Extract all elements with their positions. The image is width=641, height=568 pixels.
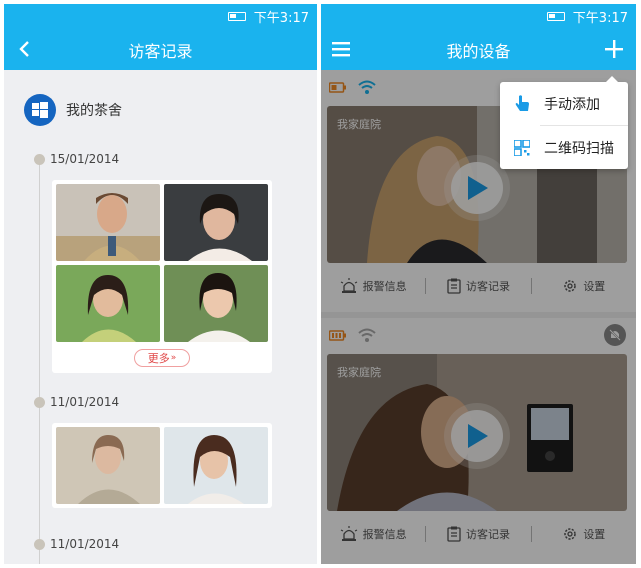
- menu-button[interactable]: [329, 37, 353, 61]
- status-bar: 下午3:17: [4, 4, 317, 29]
- menu-item-qr-scan[interactable]: 二维码扫描: [500, 126, 628, 169]
- app-bar: 我的设备: [321, 29, 636, 70]
- page-title: 访客记录: [128, 41, 193, 61]
- date-label: 11/01/2014: [50, 537, 120, 551]
- timeline-date: 11/01/2014: [34, 537, 119, 551]
- visitor-photo[interactable]: [164, 427, 268, 504]
- status-bar: 下午3:17: [321, 4, 636, 29]
- menu-item-label: 手动添加: [544, 96, 600, 113]
- visitor-photo[interactable]: [56, 427, 160, 504]
- date-label: 15/01/2014: [50, 152, 120, 166]
- visitor-photo[interactable]: [164, 184, 268, 261]
- date-label: 11/01/2014: [50, 395, 120, 409]
- menu-item-label: 二维码扫描: [544, 140, 614, 157]
- page-title: 我的设备: [446, 41, 511, 61]
- app-bar: 访客记录: [4, 29, 317, 70]
- add-button[interactable]: [602, 37, 626, 61]
- windows-logo-icon: [24, 94, 56, 126]
- menu-arrow: [606, 76, 618, 82]
- more-label: 更多: [147, 352, 170, 365]
- chevron-left-icon: [19, 41, 29, 57]
- add-device-menu: 手动添加 二维码扫描: [500, 76, 628, 169]
- battery-icon: [227, 12, 246, 21]
- double-chevron-down-icon: »: [170, 353, 177, 363]
- menu-item-manual-add[interactable]: 手动添加: [500, 82, 628, 125]
- visitor-photo-card: 更多 »: [52, 180, 272, 373]
- more-button[interactable]: 更多 »: [134, 349, 190, 367]
- timeline-dot: [34, 538, 45, 550]
- my-devices-screen: 下午3:17 我的设备 我家庭院 报警信息 访客记录 设置 我家庭院 报警信息 …: [321, 4, 636, 564]
- timeline-dot: [34, 396, 45, 408]
- timeline-dot: [34, 153, 45, 165]
- visitor-photo[interactable]: [56, 265, 160, 342]
- hand-pointer-icon: [515, 94, 529, 111]
- timeline-date: 15/01/2014: [34, 152, 119, 166]
- visitor-records-screen: 下午3:17 访客记录 我的茶舍 15/01/2014 更多 » 11/01/2…: [4, 4, 317, 564]
- visitor-photo-card: [52, 423, 272, 508]
- battery-icon: [546, 12, 565, 21]
- plus-icon: [605, 40, 623, 58]
- status-time: 下午3:17: [572, 11, 628, 26]
- back-button[interactable]: [12, 37, 36, 61]
- owner-name: 我的茶舍: [66, 103, 122, 119]
- owner-header: 我的茶舍: [24, 94, 122, 126]
- visitor-photo[interactable]: [56, 184, 160, 261]
- timeline-line: [39, 154, 40, 564]
- visitor-photo[interactable]: [164, 265, 268, 342]
- status-time: 下午3:17: [253, 11, 309, 26]
- hamburger-icon: [332, 42, 350, 57]
- qr-code-icon: [514, 139, 530, 156]
- timeline-date: 11/01/2014: [34, 395, 119, 409]
